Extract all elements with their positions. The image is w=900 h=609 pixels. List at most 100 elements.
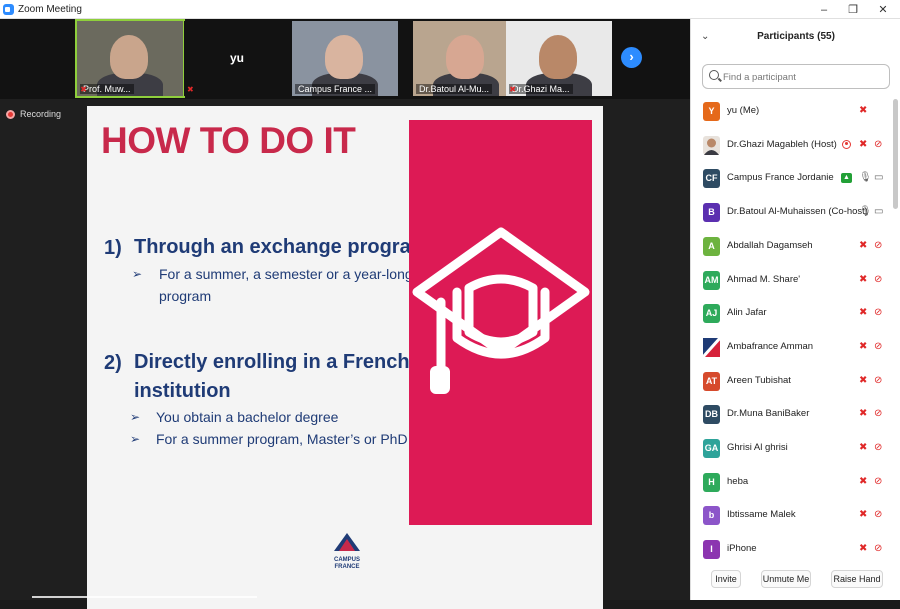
close-button[interactable]: ✕	[868, 0, 898, 19]
minimize-button[interactable]: –	[809, 0, 839, 19]
participant-row[interactable]: DB Dr.Muna BaniBaker ✖ ⊘	[691, 398, 891, 431]
thumbnail-label: Dr.Ghazi Ma...	[509, 84, 573, 94]
participant-name: Dr.Batoul Al-Muhaissen (Co-host)	[727, 206, 868, 218]
invite-button[interactable]: Invite	[711, 570, 741, 588]
participant-row[interactable]: IiPhone ✖ ⊘	[691, 533, 891, 565]
avatar	[701, 336, 722, 358]
thumbnail-label: Campus France ...	[295, 84, 376, 94]
avatar: I	[703, 540, 720, 560]
arrow-bullet-icon: ➢	[132, 267, 143, 281]
participant-name-tile: yu	[229, 51, 244, 65]
mic-muted-icon: ✖	[80, 85, 87, 94]
video-icon: ▭	[874, 172, 884, 184]
avatar: Y	[703, 102, 720, 121]
video-feed	[446, 35, 484, 79]
participant-list: Yyu (Me) ✖ Dr.Ghazi Magableh (Host) ✖ ⊘ CF Cam…	[691, 95, 891, 565]
window-title: Zoom Meeting	[18, 3, 82, 15]
mic-muted-icon[interactable]: ✖	[859, 273, 867, 287]
mic-icon[interactable]: 🎙	[859, 171, 872, 185]
video-off-icon: ⊘	[874, 307, 883, 319]
thumbnail-label: Dr.Batoul Al-Mu...	[416, 84, 493, 94]
participant-name: yu (Me)	[727, 105, 760, 116]
avatar-initials: H	[708, 476, 715, 487]
arrow-bullet-icon: ➢	[130, 432, 141, 446]
video-off-icon: ⊘	[874, 442, 883, 453]
mic-muted-icon[interactable]: ✖	[859, 306, 867, 320]
search-icon	[709, 70, 719, 80]
video-thumbnail[interactable]: Dr.Ghazi Ma... ✖	[506, 21, 612, 96]
avatar-initials: AM	[704, 274, 719, 285]
item-heading: Directly enrolling in a French	[134, 351, 410, 373]
participant-row[interactable]: AT Areen Tubishat ✖ ⊘	[691, 365, 891, 398]
video-thumbnail[interactable]: yu ✖	[184, 21, 290, 96]
avatar: A	[703, 236, 720, 256]
mic-icon[interactable]: 🎙	[859, 205, 872, 219]
mic-muted-icon: ✖	[187, 85, 194, 94]
participant-row[interactable]: Dr.Ghazi Magableh (Host) ✖ ⊘	[691, 129, 891, 162]
logo-text: FRANCE	[334, 564, 360, 570]
item-number: 2)	[104, 352, 122, 374]
video-off-icon: ⊘	[874, 509, 883, 521]
participant-row[interactable]: Hheba ✖ ⊘	[691, 466, 891, 499]
video-thumbnail-strip: Prof. Muw... ✖ yu ✖ Campus France ... Dr.Bato…	[0, 19, 690, 99]
participant-row[interactable]: AJ Alin Jafar ✖ ⊘	[691, 297, 891, 330]
mic-muted-icon[interactable]: ✖	[859, 475, 867, 489]
avatar: CF	[703, 169, 720, 189]
video-feed	[325, 35, 363, 79]
screen-share-icon: ▲	[841, 173, 852, 184]
title-bar: Zoom Meeting – ❐ ✕	[0, 0, 900, 19]
unmute-me-button[interactable]: Unmute Me	[761, 570, 811, 588]
participant-name: Ambafrance Amman	[727, 340, 814, 352]
graphic-panel	[409, 120, 592, 525]
avatar-initials: GA	[704, 443, 719, 453]
participant-row[interactable]: Yyu (Me) ✖	[691, 95, 891, 128]
mic-muted-icon[interactable]: ✖	[859, 508, 867, 522]
participant-row[interactable]: Ambafrance Amman ✖ ⊘	[691, 331, 891, 364]
raise-hand-button[interactable]: Raise Hand	[831, 570, 883, 588]
participant-name: Campus France Jordanie	[727, 172, 834, 184]
participant-row[interactable]: B Dr.Batoul Al-Muhaissen (Co-host) 🎙 ▭	[691, 196, 891, 229]
mic-muted-icon[interactable]: ✖	[859, 104, 867, 118]
mic-muted-icon[interactable]: ✖	[859, 374, 867, 388]
avatar-initials: AJ	[705, 308, 718, 319]
mic-muted-icon[interactable]: ✖	[859, 441, 867, 455]
avatar-initials: b	[708, 510, 715, 521]
avatar-initials: B	[708, 207, 715, 218]
bullet-text: For a summer program, Master’s or PhD	[156, 431, 408, 447]
scrollbar[interactable]	[893, 99, 898, 209]
participant-search[interactable]	[702, 64, 890, 89]
participant-name: heba	[727, 475, 749, 487]
bullet-text: program	[159, 288, 212, 304]
search-input[interactable]	[723, 69, 883, 85]
participant-name: Abdallah Dagamseh	[727, 239, 813, 251]
bullet-text: You obtain a bachelor degree	[156, 409, 339, 425]
participant-row[interactable]: AM Ahmad M. Share' ✖ ⊘	[691, 264, 891, 297]
next-page-button[interactable]: ›	[621, 47, 642, 68]
panel-footer: Invite Unmute Me Raise Hand	[691, 567, 900, 597]
participant-row[interactable]: CF Campus France Jordanie ▲ 🎙 ▭	[691, 162, 891, 195]
video-off-icon: ⊘	[874, 475, 883, 487]
avatar: AM	[703, 270, 720, 290]
participant-row[interactable]: A Abdallah Dagamseh ✖ ⊘	[691, 230, 891, 263]
shared-slide: HOW TO DO IT 1) Through an exchange prog…	[87, 106, 603, 609]
mic-muted-icon[interactable]: ✖	[859, 239, 867, 253]
maximize-button[interactable]: ❐	[838, 0, 868, 19]
arrow-bullet-icon: ➢	[130, 410, 141, 424]
graduation-cap-icon	[412, 227, 590, 394]
video-thumbnail[interactable]: Dr.Batoul Al-Mu...	[413, 21, 519, 96]
participant-row[interactable]: b Ibtissame Malek ✖ ⊘	[691, 499, 891, 532]
mic-muted-icon[interactable]: ✖	[859, 340, 867, 354]
mic-muted-icon[interactable]: ✖	[859, 407, 867, 421]
participants-title: Participants (55)	[757, 31, 835, 42]
video-icon: ▭	[874, 206, 884, 218]
video-thumbnail[interactable]: Prof. Muw... ✖	[75, 19, 185, 98]
mic-muted-icon[interactable]: ✖	[859, 138, 867, 152]
video-feed	[110, 35, 148, 79]
panel-header: ⌄ Participants (55)	[691, 19, 900, 55]
participant-row[interactable]: GA Ghrisi Al ghrisi ✖ ⊘	[691, 432, 891, 465]
mic-muted-icon[interactable]: ✖	[859, 542, 867, 556]
video-off-icon: ⊘	[874, 273, 883, 285]
video-thumbnail[interactable]: Campus France ...	[292, 21, 398, 96]
participant-name: Ahmad M. Share'	[727, 273, 801, 285]
video-off-icon: ⊘	[874, 374, 883, 386]
